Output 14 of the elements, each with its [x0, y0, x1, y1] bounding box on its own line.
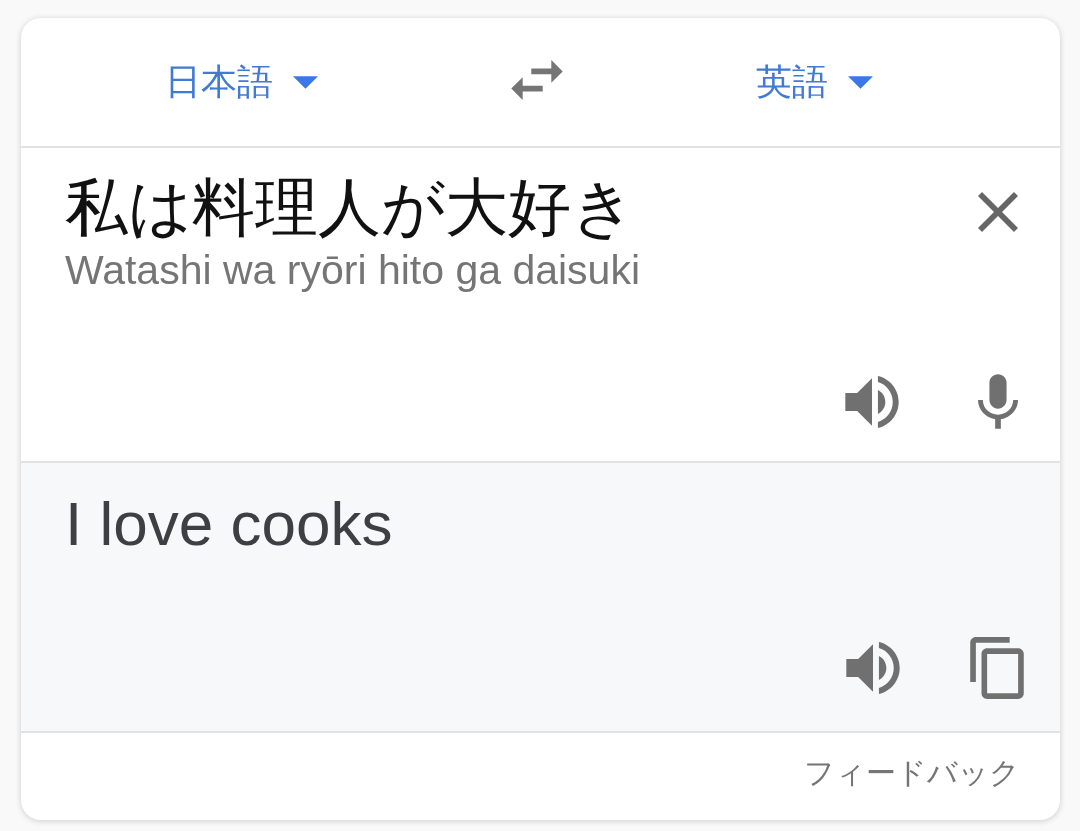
- source-language-button[interactable]: 日本語: [165, 57, 318, 107]
- swap-icon[interactable]: [511, 60, 563, 100]
- caret-icon: [848, 75, 873, 89]
- microphone-icon[interactable]: [978, 374, 1018, 429]
- feedback-link[interactable]: フィードバック: [804, 753, 1020, 794]
- copy-icon[interactable]: [970, 637, 1024, 699]
- speaker-icon[interactable]: [846, 642, 900, 694]
- source-text-field[interactable]: 私は料理人が大好き: [65, 170, 640, 246]
- target-language-button[interactable]: 英語: [756, 57, 873, 107]
- close-icon[interactable]: [978, 192, 1018, 232]
- translation-text: I love cooks: [65, 489, 393, 559]
- romanization-text: Watashi wa ryōri hito ga daisuki: [65, 247, 640, 293]
- caret-icon: [293, 75, 318, 89]
- speaker-icon[interactable]: [845, 375, 899, 428]
